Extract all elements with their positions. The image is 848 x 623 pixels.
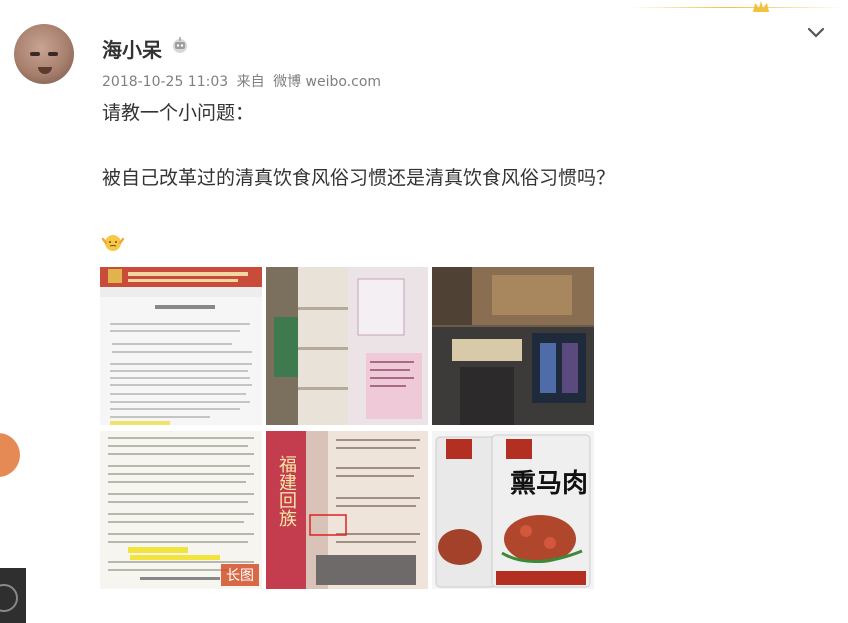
side-float-button[interactable] xyxy=(0,433,20,477)
image-book-pages[interactable]: 福建回族 xyxy=(266,431,428,589)
post-text-line-2: 被自己改革过的清真饮食风俗习惯还是清真饮食风俗习惯吗？ xyxy=(102,167,616,189)
user-avatar[interactable] xyxy=(14,24,74,84)
robot-badge-icon[interactable] xyxy=(170,35,190,55)
street-storefront-graphic xyxy=(432,267,594,425)
side-dark-button[interactable] xyxy=(0,568,26,623)
crown-icon xyxy=(753,1,769,12)
top-decorative-line xyxy=(630,7,848,8)
image-document-scan-1[interactable] xyxy=(100,267,262,425)
shop-shelves-graphic xyxy=(266,267,428,425)
post-text-line-1: 请教一个小问题： xyxy=(102,102,255,124)
book-spine-text: 福建回族 xyxy=(276,455,297,527)
image-street-storefront[interactable] xyxy=(432,267,594,425)
post-timestamp[interactable]: 2018-10-25 11:03 xyxy=(102,74,228,90)
source-prefix: 来自 xyxy=(236,74,265,90)
document-scan-1-graphic xyxy=(100,267,262,425)
chevron-down-icon[interactable] xyxy=(806,26,826,40)
shrug-emoji-icon xyxy=(101,235,125,251)
post-meta: 2018-10-25 11:03 来自 微博 weibo.com xyxy=(102,71,385,91)
packaging-title: 熏马肉 xyxy=(510,469,589,499)
long-image-tag: 长图 xyxy=(221,564,259,586)
post-source[interactable]: 微博 weibo.com xyxy=(273,74,381,90)
image-meat-packaging[interactable]: 熏马肉 xyxy=(432,431,594,589)
username[interactable]: 海小呆 xyxy=(102,34,162,63)
meat-packaging-graphic xyxy=(435,434,591,588)
image-shop-shelves[interactable] xyxy=(266,267,428,425)
image-document-scan-2[interactable]: 长图 xyxy=(100,431,262,589)
